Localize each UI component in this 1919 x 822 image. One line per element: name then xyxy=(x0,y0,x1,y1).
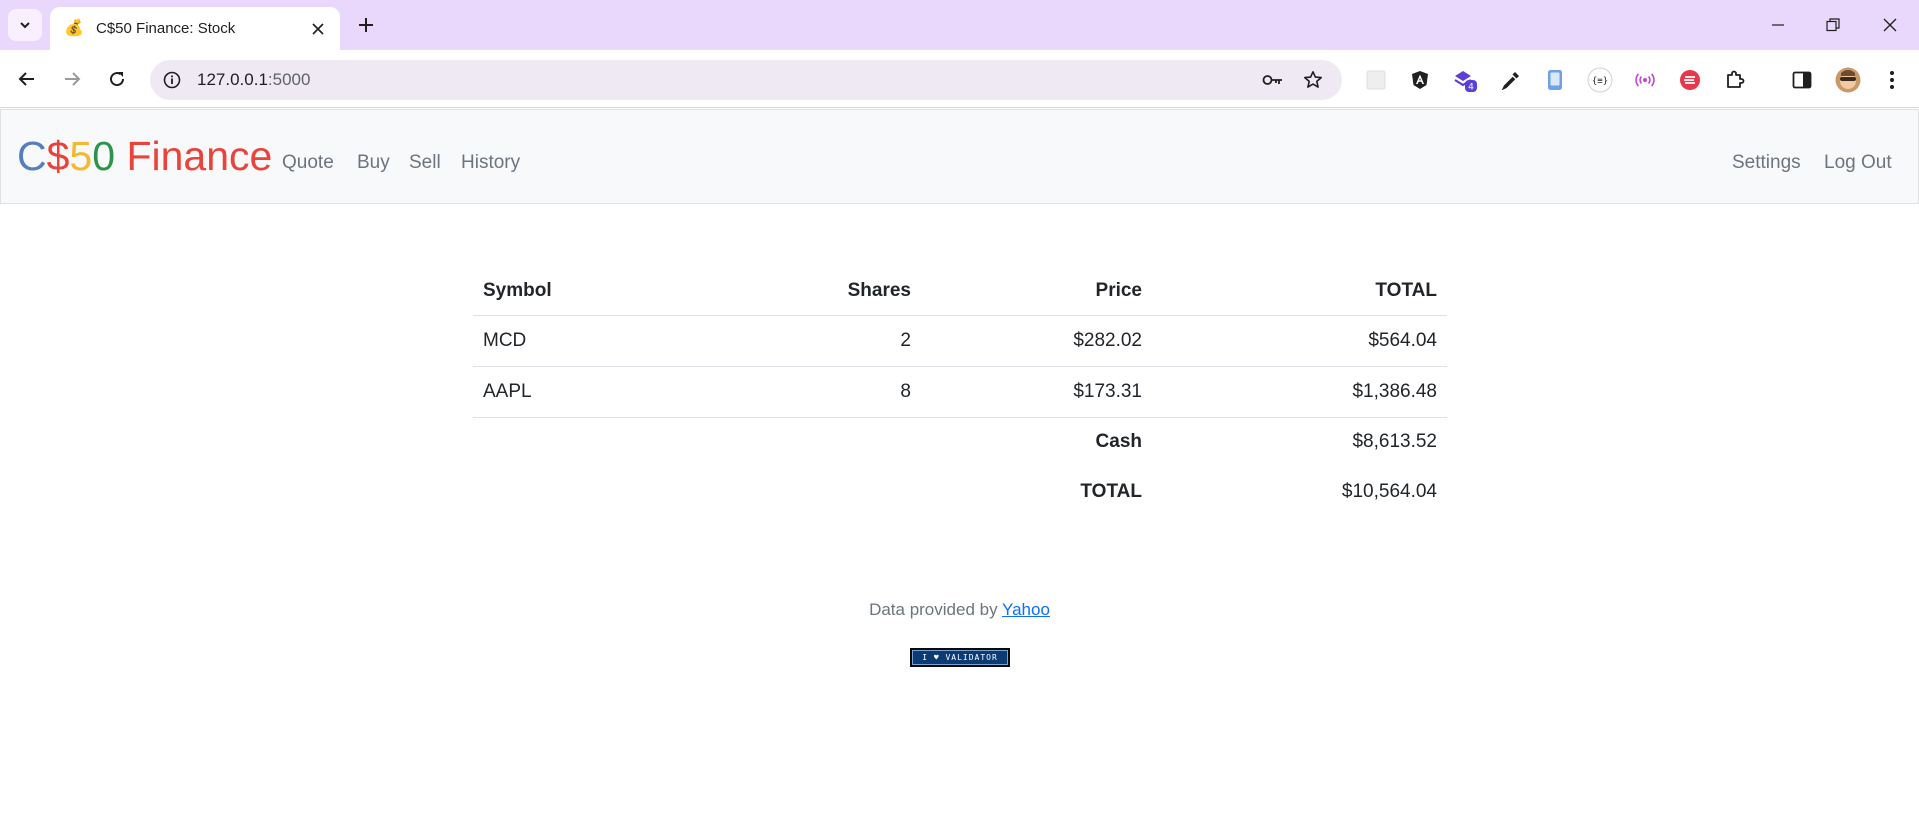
browser-titlebar: 💰 C$50 Finance: Stock xyxy=(0,0,1919,50)
restore-icon xyxy=(1826,18,1840,32)
url-host: 127.0.0.1 xyxy=(197,70,268,89)
brand-logo[interactable]: C$50 Finance xyxy=(17,136,272,177)
site-info-button[interactable] xyxy=(160,68,184,92)
back-button[interactable] xyxy=(10,62,44,96)
bookmark-button[interactable] xyxy=(1300,68,1326,92)
extension-angular-icon[interactable] xyxy=(1406,66,1434,94)
grand-total-value: $10,564.04 xyxy=(1341,481,1437,502)
extension-phone-icon[interactable] xyxy=(1541,66,1569,94)
minimize-icon xyxy=(1772,24,1784,26)
nav-link-history[interactable]: History xyxy=(461,152,520,174)
cell-total: $564.04 xyxy=(1152,315,1447,367)
column-header-symbol: Symbol xyxy=(473,267,703,316)
nav-link-quote[interactable]: Quote xyxy=(282,152,334,174)
brand-c: C xyxy=(17,133,47,179)
data-attribution: Data provided by Yahoo xyxy=(0,600,1919,620)
site-navbar: C$50 Finance Quote Buy Sell History Sett… xyxy=(0,109,1919,204)
star-icon xyxy=(1304,71,1322,88)
nav-link-sell[interactable]: Sell xyxy=(409,152,441,174)
address-bar[interactable]: 127.0.0.1:5000 xyxy=(150,60,1342,100)
extension-layers-icon[interactable]: 4 xyxy=(1451,66,1479,94)
nav-link-logout[interactable]: Log Out xyxy=(1824,152,1892,174)
cash-label: Cash xyxy=(1095,431,1142,453)
attribution-prefix: Data provided by xyxy=(869,600,998,619)
avatar-icon xyxy=(1835,67,1861,93)
arrow-left-icon xyxy=(18,72,34,86)
puzzle-icon xyxy=(1727,70,1745,88)
brand-dollar: $ xyxy=(46,133,70,179)
close-icon xyxy=(1883,18,1897,32)
extension-broadcast-icon[interactable] xyxy=(1631,66,1659,94)
brand-finance: Finance xyxy=(115,133,273,179)
forward-button[interactable] xyxy=(55,62,89,96)
cash-row: Cash $8,613.52 xyxy=(473,417,1447,467)
cell-price: $173.31 xyxy=(921,366,1152,418)
kebab-menu-icon xyxy=(1890,71,1894,89)
table-row: AAPL 8 $173.31 $1,386.48 xyxy=(473,366,1447,418)
plus-icon xyxy=(359,18,373,32)
tab-close-button[interactable] xyxy=(308,19,328,39)
minimize-button[interactable] xyxy=(1762,10,1794,40)
url-port: :5000 xyxy=(267,70,311,89)
restore-button[interactable] xyxy=(1817,10,1849,40)
cell-symbol: MCD xyxy=(473,315,703,367)
validator-badge-text: I ♥ VALIDATOR xyxy=(922,653,998,662)
brand-zero: 0 xyxy=(92,133,116,179)
reload-button[interactable] xyxy=(100,62,134,96)
cell-shares: 8 xyxy=(703,366,921,418)
grand-total-label: TOTAL xyxy=(1080,481,1142,502)
browser-menu-button[interactable] xyxy=(1878,66,1906,94)
url-text[interactable]: 127.0.0.1:5000 xyxy=(197,70,310,90)
money-bag-icon: 💰 xyxy=(64,19,84,37)
tab-search-button[interactable] xyxy=(8,9,42,41)
table-header-row: Symbol Shares Price TOTAL xyxy=(473,267,1447,316)
side-panel-button[interactable] xyxy=(1788,66,1816,94)
tab-title: C$50 Finance: Stock xyxy=(96,20,236,37)
new-tab-button[interactable] xyxy=(352,11,380,39)
column-header-shares: Shares xyxy=(703,267,921,316)
portfolio-table: Symbol Shares Price TOTAL MCD 2 $282.02 … xyxy=(473,267,1447,517)
side-panel-icon xyxy=(1792,71,1812,89)
arrow-right-icon xyxy=(65,72,81,86)
chevron-down-icon xyxy=(20,22,30,29)
extension-red-badge-icon[interactable] xyxy=(1676,66,1704,94)
profile-button[interactable] xyxy=(1834,66,1862,94)
nav-link-settings[interactable]: Settings xyxy=(1732,152,1801,174)
cell-symbol: AAPL xyxy=(473,366,703,418)
cell-shares: 2 xyxy=(703,315,921,367)
extension-json-icon[interactable]: {≡} xyxy=(1586,66,1614,94)
column-header-total: TOTAL xyxy=(1152,267,1447,316)
password-manager-button[interactable] xyxy=(1260,68,1286,92)
cell-total: $1,386.48 xyxy=(1152,366,1447,418)
extension-badge: 4 xyxy=(1468,83,1474,93)
validator-badge[interactable]: I ♥ VALIDATOR xyxy=(910,648,1010,667)
svg-text:{≡}: {≡} xyxy=(1592,77,1608,87)
nav-link-buy[interactable]: Buy xyxy=(357,152,390,174)
key-icon xyxy=(1262,75,1282,85)
brand-five: 5 xyxy=(69,133,93,179)
table-row: MCD 2 $282.02 $564.04 xyxy=(473,315,1447,367)
column-header-price: Price xyxy=(921,267,1152,316)
yahoo-link[interactable]: Yahoo xyxy=(1002,600,1050,619)
browser-tab[interactable]: 💰 C$50 Finance: Stock xyxy=(50,7,340,50)
close-icon xyxy=(312,22,324,35)
cash-value: $8,613.52 xyxy=(1352,431,1437,453)
grand-total-row: TOTAL $10,564.04 xyxy=(473,467,1447,517)
reload-icon xyxy=(110,72,125,87)
window-close-button[interactable] xyxy=(1874,10,1906,40)
extension-eyedropper-icon[interactable] xyxy=(1497,66,1525,94)
info-icon xyxy=(163,71,181,89)
cell-price: $282.02 xyxy=(921,315,1152,367)
extension-placeholder-icon[interactable] xyxy=(1362,66,1390,94)
browser-toolbar: 127.0.0.1:5000 4 {≡} xyxy=(0,50,1919,140)
extensions-menu-button[interactable] xyxy=(1721,66,1749,94)
